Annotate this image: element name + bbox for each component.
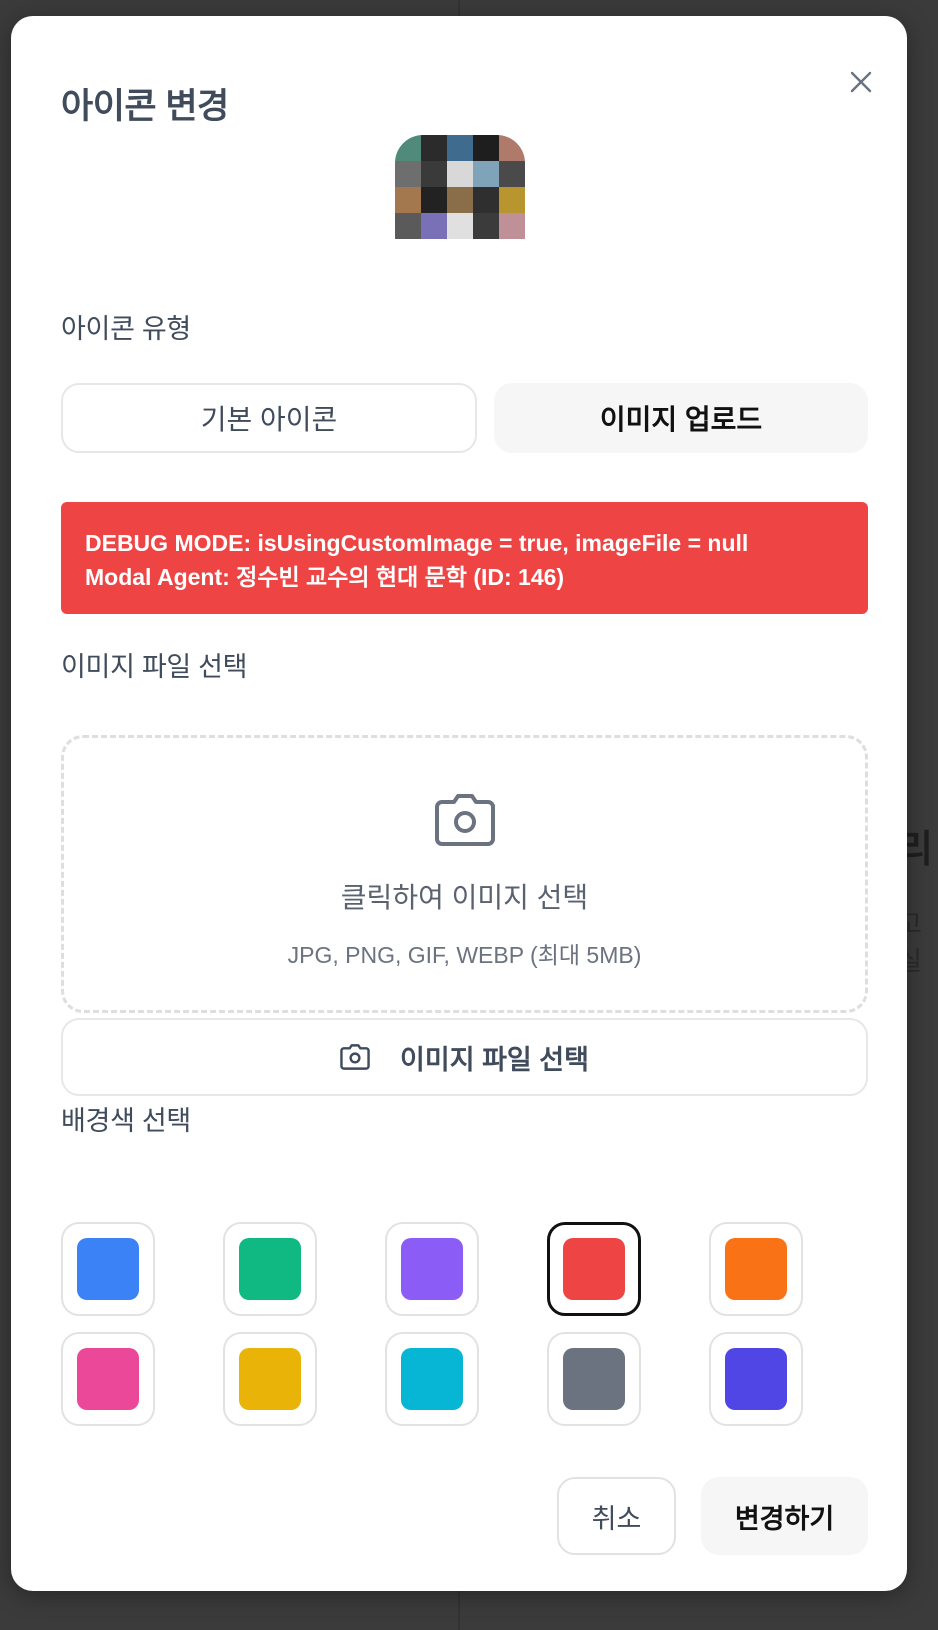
preview-tile <box>447 135 473 161</box>
confirm-change-button[interactable]: 변경하기 <box>701 1477 868 1555</box>
swatch-color-fill <box>77 1238 139 1300</box>
preview-tile <box>447 161 473 187</box>
close-button[interactable] <box>843 64 879 100</box>
preview-tile <box>421 213 447 239</box>
modal-title: 아이콘 변경 <box>61 87 229 126</box>
close-icon <box>850 71 872 93</box>
background-color-label: 배경색 선택 <box>61 1106 191 1136</box>
preview-tile <box>421 135 447 161</box>
icon-type-label: 아이콘 유형 <box>61 314 191 344</box>
dropzone-text: 클릭하여 이미지 선택 <box>340 882 589 913</box>
preview-tile <box>473 187 499 213</box>
color-swatch[interactable] <box>547 1332 641 1426</box>
camera-icon <box>340 1044 370 1070</box>
preview-tile <box>395 187 421 213</box>
color-swatch[interactable] <box>223 1222 317 1316</box>
color-swatch[interactable] <box>385 1222 479 1316</box>
color-swatch[interactable] <box>709 1222 803 1316</box>
dropzone-hint: JPG, PNG, GIF, WEBP (최대 5MB) <box>287 942 642 968</box>
preview-tile <box>499 161 525 187</box>
select-image-file-label: 이미지 파일 선택 <box>400 1044 589 1075</box>
swatch-color-fill <box>725 1238 787 1300</box>
preview-tile <box>499 187 525 213</box>
preview-tile <box>421 161 447 187</box>
preview-tile <box>473 161 499 187</box>
swatch-color-fill <box>401 1348 463 1410</box>
color-swatch-grid <box>61 1222 821 1442</box>
preview-tile <box>447 187 473 213</box>
color-swatch[interactable] <box>61 1222 155 1316</box>
swatch-color-fill <box>239 1348 301 1410</box>
swatch-color-fill <box>563 1238 625 1300</box>
preview-tile <box>395 161 421 187</box>
preview-tile <box>499 213 525 239</box>
default-icon-option[interactable]: 기본 아이콘 <box>61 383 477 453</box>
icon-preview-image <box>395 135 525 265</box>
color-swatch[interactable] <box>547 1222 641 1316</box>
swatch-color-fill <box>725 1348 787 1410</box>
preview-tile <box>473 213 499 239</box>
swatch-color-fill <box>239 1238 301 1300</box>
file-select-label: 이미지 파일 선택 <box>61 652 248 682</box>
color-swatch[interactable] <box>223 1332 317 1426</box>
select-image-file-button[interactable]: 이미지 파일 선택 <box>61 1018 868 1096</box>
cancel-button[interactable]: 취소 <box>557 1477 676 1555</box>
image-dropzone[interactable]: 클릭하여 이미지 선택 JPG, PNG, GIF, WEBP (최대 5MB) <box>61 735 868 1013</box>
swatch-color-fill <box>77 1348 139 1410</box>
camera-icon <box>435 794 495 846</box>
preview-tile <box>447 213 473 239</box>
debug-line-2: Modal Agent: 정수빈 교수의 현대 문학 (ID: 146) <box>85 564 565 590</box>
preview-tile <box>473 135 499 161</box>
preview-tile <box>499 135 525 161</box>
color-swatch[interactable] <box>709 1332 803 1426</box>
swatch-color-fill <box>401 1238 463 1300</box>
icon-change-modal: 아이콘 변경 아이콘 유형 기본 아이콘 이미지 업로드 DEBUG MODE:… <box>11 16 907 1591</box>
swatch-color-fill <box>563 1348 625 1410</box>
debug-banner: DEBUG MODE: isUsingCustomImage = true, i… <box>61 502 868 614</box>
color-swatch[interactable] <box>385 1332 479 1426</box>
preview-tile <box>395 213 421 239</box>
image-upload-option[interactable]: 이미지 업로드 <box>494 383 868 453</box>
debug-line-1: DEBUG MODE: isUsingCustomImage = true, i… <box>85 530 749 556</box>
preview-tile <box>421 187 447 213</box>
color-swatch[interactable] <box>61 1332 155 1426</box>
preview-tile <box>395 135 421 161</box>
